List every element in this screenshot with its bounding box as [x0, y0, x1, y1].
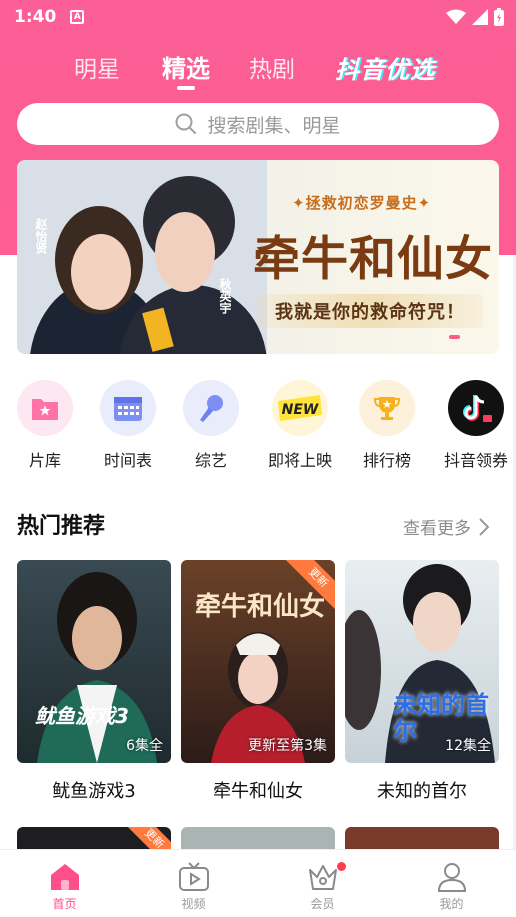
section-title: 热门推荐 — [17, 514, 106, 539]
status-time: 1:40 — [14, 7, 57, 27]
banner-subtitle: 我就是你的救命符咒！ — [257, 294, 483, 328]
tab-featured[interactable]: 精选 — [162, 49, 210, 84]
new-badge-text: NEW — [282, 402, 319, 418]
nav-video[interactable]: 视频 — [129, 850, 346, 917]
drama-card[interactable]: 未知的首尔 12集全 未知的首尔 — [345, 560, 499, 803]
quick-schedule[interactable]: 时间表 — [88, 380, 168, 471]
quick-label: 排行榜 — [362, 451, 411, 470]
drama-card[interactable]: 牵牛和仙女 更新 更新至第3集 牵牛和仙女 — [181, 560, 335, 803]
drama-card-partial[interactable] — [181, 827, 335, 851]
nav-member[interactable]: 会员 — [258, 850, 387, 917]
see-more-label: 查看更多 — [403, 519, 471, 539]
drama-poster: 牵牛和仙女 更新 更新至第3集 — [181, 560, 335, 763]
see-more-link[interactable]: 查看更多 — [403, 514, 489, 539]
wifi-icon — [446, 9, 466, 24]
banner-actor-name-right: 秋英宇 — [218, 278, 232, 314]
quick-ranking[interactable]: 排行榜 — [347, 380, 427, 471]
search-placeholder: 搜索剧集、明星 — [207, 114, 341, 137]
drama-card-partial[interactable]: 更新 — [17, 827, 171, 851]
quick-variety[interactable]: 综艺 — [171, 380, 251, 471]
nav-label: 会员 — [310, 897, 335, 911]
quick-label: 时间表 — [103, 451, 152, 470]
active-tab-indicator — [177, 86, 195, 90]
calendar-icon — [100, 380, 156, 436]
app-screen: 1:40 A 明星 精选 热剧 抖音优选 搜索剧集、明星 赵怡贤 秋英宇 ✦拯救 — [0, 0, 516, 917]
trophy-icon — [359, 380, 415, 436]
hero-banner[interactable]: 赵怡贤 秋英宇 ✦拯救初恋罗曼史✦ 牵牛和仙女 我就是你的救命符咒！ — [17, 160, 499, 354]
quick-label: 抖音领券 — [443, 451, 508, 470]
tab-hot-dramas[interactable]: 热剧 — [249, 50, 295, 84]
chevron-right-icon — [479, 517, 489, 536]
banner-title: 牵牛和仙女 — [253, 232, 493, 287]
update-corner-badge: 更新 — [120, 827, 171, 851]
poster-image — [37, 572, 157, 763]
episode-count: 12集全 — [445, 738, 491, 754]
quick-coming-soon[interactable]: NEW 即将上映 — [260, 380, 340, 471]
user-icon — [437, 863, 466, 892]
quick-label: 即将上映 — [267, 451, 332, 470]
drama-card[interactable]: 鱿鱼游戏3 6集全 鱿鱼游戏3 — [17, 560, 171, 803]
drama-poster: 鱿鱼游戏3 6集全 — [17, 560, 171, 763]
quick-label: 片库 — [28, 451, 61, 470]
crown-icon — [308, 865, 337, 890]
banner-actors-image — [17, 160, 267, 354]
nav-profile[interactable]: 我的 — [387, 850, 516, 917]
bottom-nav: 首页 视频 会员 我的 — [0, 849, 516, 917]
status-icons — [446, 8, 504, 26]
microphone-icon — [183, 380, 239, 436]
tab-douyin-youxuan[interactable]: 抖音优选 — [335, 50, 435, 85]
episode-count: 6集全 — [126, 738, 163, 754]
tv-play-icon — [178, 862, 209, 891]
banner-actor-name-left: 赵怡贤 — [34, 218, 48, 254]
nav-label: 视频 — [181, 897, 206, 911]
tab-stars[interactable]: 明星 — [74, 50, 120, 84]
douyin-coupon-icon — [448, 380, 504, 436]
top-tabs: 明星 精选 热剧 — [0, 46, 516, 90]
new-badge-icon: NEW — [272, 380, 328, 436]
notification-a-icon: A — [70, 10, 85, 24]
drama-name: 牵牛和仙女 — [213, 781, 303, 802]
drama-name: 未知的首尔 — [377, 781, 467, 802]
drama-name: 鱿鱼游戏3 — [52, 781, 136, 802]
home-icon — [50, 864, 79, 890]
drama-card-partial[interactable] — [345, 827, 499, 851]
battery-icon — [494, 8, 504, 26]
nav-label: 首页 — [52, 897, 77, 911]
poster-title-text: 牵牛和仙女 — [195, 592, 326, 622]
nav-label: 我的 — [439, 897, 464, 911]
drama-poster: 未知的首尔 12集全 — [345, 560, 499, 763]
nav-home[interactable]: 首页 — [0, 850, 129, 917]
episode-count: 更新至第3集 — [248, 738, 327, 754]
search-bar[interactable]: 搜索剧集、明星 — [17, 103, 499, 145]
quick-label: 综艺 — [194, 451, 227, 470]
quick-entry-row: 片库 时间表 综艺 NEW 即将上映 排行榜 抖音领券 — [0, 380, 516, 475]
poster-title-text: 鱿鱼游戏3 — [35, 704, 129, 728]
search-icon — [175, 113, 197, 134]
signal-icon — [472, 9, 488, 25]
status-bar: 1:40 A — [0, 0, 516, 34]
film-folder-icon — [17, 380, 73, 436]
carousel-indicator — [449, 335, 460, 339]
banner-tagline: ✦拯救初恋罗曼史✦ — [292, 194, 432, 212]
quick-douyin-coupon[interactable]: 抖音领券 — [436, 380, 516, 471]
quick-film-library[interactable]: 片库 — [5, 380, 85, 471]
